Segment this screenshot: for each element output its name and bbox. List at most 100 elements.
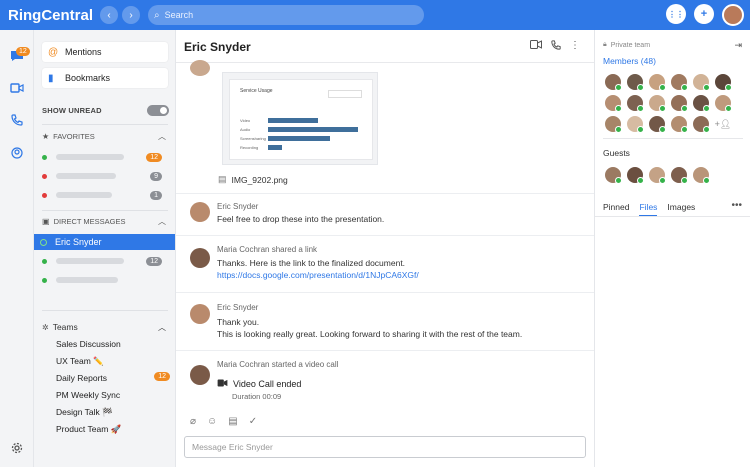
phone-icon[interactable] [7, 110, 27, 130]
private-team-label: 🔒︎ Private team [603, 41, 650, 49]
phone-call-icon[interactable] [551, 40, 561, 53]
member-avatar[interactable] [627, 74, 644, 91]
file-icon: ▤ [218, 174, 227, 184]
thumb-title: Service Usage [240, 88, 273, 94]
presence-dot [42, 192, 47, 198]
forward-button[interactable]: › [122, 6, 140, 24]
member-avatar[interactable] [649, 116, 666, 133]
unread-badge: 12 [146, 256, 162, 266]
presence-dot [42, 258, 47, 264]
conversation-sidebar: @ Mentions ▮ Bookmarks SHOW UNREAD ★ FAV… [34, 30, 175, 467]
member-avatar[interactable] [627, 95, 644, 112]
team-item-design-talk[interactable]: Design Talk 🏁 [56, 407, 166, 418]
guest-avatar[interactable] [605, 167, 622, 184]
favorite-item[interactable]: 1 [42, 188, 168, 202]
dialpad-button[interactable]: ⋮⋮ [666, 4, 686, 24]
attach-icon[interactable]: ⌀ [190, 416, 196, 427]
team-item-product-team[interactable]: Product Team 🚀 [56, 424, 166, 435]
member-avatar[interactable] [693, 116, 710, 133]
direct-messages-header[interactable]: ▣ DIRECT MESSAGES ︿ [42, 217, 168, 226]
presence-dot [42, 173, 47, 179]
message-divider [176, 292, 595, 293]
at-icon: @ [48, 46, 59, 58]
dm-item[interactable] [42, 273, 168, 287]
thumb-label: Audio [240, 127, 251, 132]
placeholder-name [56, 277, 118, 283]
member-avatar[interactable] [693, 74, 710, 91]
member-avatar[interactable] [605, 74, 622, 91]
guest-avatar[interactable] [627, 167, 644, 184]
thumb-label: Recording [240, 145, 259, 150]
tab-images[interactable]: Images [667, 202, 695, 217]
members-count[interactable]: Members (48) [603, 56, 656, 66]
member-avatar[interactable] [627, 116, 644, 133]
unread-badge: 1 [150, 190, 162, 200]
emoji-icon[interactable]: ☺ [207, 416, 217, 427]
back-button[interactable]: ‹ [100, 6, 118, 24]
team-item-daily-reports[interactable]: Daily Reports 12 [56, 372, 170, 383]
more-vertical-icon[interactable]: ⋮ [570, 40, 580, 53]
message-divider [176, 350, 595, 351]
member-avatar[interactable] [605, 95, 622, 112]
avatar [190, 248, 210, 268]
bookmarks-item[interactable]: ▮ Bookmarks [42, 68, 168, 88]
divider [42, 210, 168, 211]
task-icon[interactable]: ✓ [249, 416, 257, 427]
member-avatar[interactable] [605, 116, 622, 133]
chevron-up-icon: ︿ [158, 132, 166, 141]
member-avatar[interactable] [715, 95, 732, 112]
collapse-panel-icon[interactable]: ⇥ [734, 40, 742, 51]
details-tabs: Pinned Files Images [603, 202, 695, 217]
image-attachment[interactable]: Service Usage Video Audio Screensharing … [222, 72, 378, 165]
guests-row [605, 167, 710, 184]
mentions-item[interactable]: @ Mentions [42, 42, 168, 62]
favorite-item[interactable]: 12 [42, 150, 168, 164]
video-call-icon[interactable] [530, 40, 542, 53]
divider [603, 138, 743, 139]
member-avatar[interactable] [671, 74, 688, 91]
tab-files[interactable]: Files [639, 202, 658, 217]
tab-pinned[interactable]: Pinned [603, 202, 629, 217]
member-avatar[interactable] [649, 95, 666, 112]
member-avatar[interactable] [693, 95, 710, 112]
show-unread-label: SHOW UNREAD [42, 106, 102, 115]
team-item-ux-team[interactable]: UX Team ✏️ [56, 356, 166, 367]
guest-avatar[interactable] [693, 167, 710, 184]
dm-item[interactable]: 12 [42, 254, 168, 268]
team-label: Product Team 🚀 [56, 424, 122, 434]
thumb-bar [268, 145, 282, 150]
show-unread-toggle[interactable] [147, 105, 169, 116]
create-button[interactable]: + [694, 4, 714, 24]
avatar [190, 202, 210, 222]
member-avatar[interactable] [671, 95, 688, 112]
attachment-filename[interactable]: ▤ IMG_9202.png [218, 174, 288, 185]
call-duration: Duration 00:09 [232, 392, 282, 401]
team-item-sales-discussion[interactable]: Sales Discussion [56, 339, 166, 349]
contacts-icon[interactable] [7, 143, 27, 163]
member-avatar[interactable] [671, 116, 688, 133]
favorites-header[interactable]: ★ FAVORITES ︿ [42, 132, 168, 141]
teams-header[interactable]: ✲ Teams ︿ [42, 322, 168, 332]
message-link[interactable]: https://docs.google.com/presentation/d/1… [217, 269, 419, 281]
top-bar: RingCentral ‹ › ⌕ Search ⋮⋮ + [0, 0, 750, 30]
bookmarks-label: Bookmarks [65, 73, 111, 83]
more-horizontal-icon[interactable]: ••• [731, 200, 742, 211]
note-icon[interactable]: ▤ [228, 416, 237, 427]
favorite-item[interactable]: 9 [42, 169, 168, 183]
member-avatar[interactable] [649, 74, 666, 91]
search-input[interactable]: ⌕ Search [148, 5, 424, 25]
member-avatar[interactable] [715, 74, 732, 91]
add-member-icon[interactable]: +👤︎ [715, 116, 732, 132]
message-author: Eric Snyder [217, 202, 259, 211]
team-label: Design Talk 🏁 [56, 407, 113, 417]
message-input[interactable]: Message Eric Snyder [184, 436, 586, 458]
guest-avatar[interactable] [671, 167, 688, 184]
video-icon[interactable] [7, 78, 27, 98]
dm-item-eric-snyder[interactable]: Eric Snyder [34, 234, 175, 250]
presence-dot [42, 277, 47, 283]
team-item-pm-weekly-sync[interactable]: PM Weekly Sync [56, 390, 166, 400]
settings-icon[interactable] [7, 438, 27, 458]
user-avatar[interactable] [722, 4, 744, 26]
teams-label: Teams [52, 322, 78, 332]
guest-avatar[interactable] [649, 167, 666, 184]
